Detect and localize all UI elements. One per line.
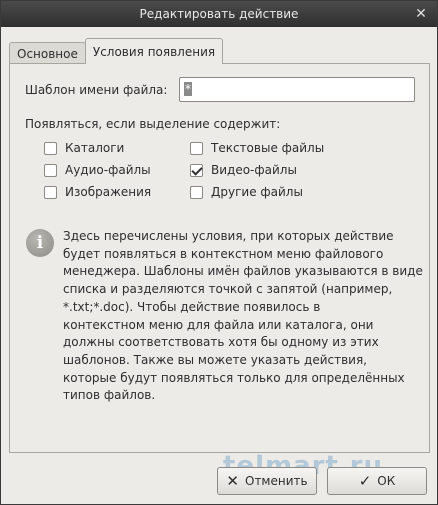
checkbox-box[interactable] — [44, 185, 57, 199]
info-line: должны соответствовать хотя бы одному из… — [63, 335, 379, 350]
tab-bar: Основное Условия появления — [9, 38, 224, 64]
checkbox-video-files[interactable]: Видео-файлы — [190, 161, 297, 179]
checkbox-audio-files[interactable]: Аудио-файлы — [44, 161, 151, 179]
info-line: списка и разделяются точкой с запятой (н… — [63, 282, 393, 297]
tab-appearance-conditions[interactable]: Условия появления — [84, 38, 224, 64]
info-line: будет появляться в контекстном меню файл… — [63, 246, 384, 261]
checkbox-other-files[interactable]: Другие файлы — [190, 183, 303, 201]
checkbox-box[interactable] — [190, 185, 203, 199]
checkbox-label: Другие файлы — [211, 185, 303, 199]
info-line: которые будут появляться только для опре… — [63, 370, 405, 385]
info-line: менеджера. Шаблоны имён файлов указывают… — [63, 264, 423, 279]
selection-contains-label: Появляться, если выделение содержит: — [25, 117, 281, 131]
cancel-button-label: Отменить — [245, 474, 308, 488]
info-icon: i — [26, 229, 54, 257]
info-line: контекстном меню для файла или каталога,… — [63, 317, 374, 332]
info-line: шаблонов. Также вы можете указать действ… — [63, 352, 367, 367]
close-icon[interactable]: ✕ — [413, 6, 429, 22]
tab-basic[interactable]: Основное — [9, 42, 86, 64]
window-title: Редактировать действие — [139, 7, 299, 21]
checkbox-label: Текстовые файлы — [211, 141, 325, 155]
checkbox-box-checked[interactable] — [190, 163, 203, 177]
filename-pattern-value: * — [184, 82, 192, 96]
edit-action-dialog: Редактировать действие ✕ Основное Услови… — [0, 0, 438, 505]
cancel-icon: ✕ — [226, 472, 239, 490]
checkbox-box[interactable] — [190, 141, 203, 155]
ok-button[interactable]: ✓ ОК — [327, 467, 427, 495]
info-text: Здесь перечислены условия, при которых д… — [63, 228, 423, 405]
info-line: Здесь перечислены условия, при которых д… — [63, 229, 394, 243]
info-line: типов файлов. — [63, 388, 156, 403]
checkbox-box[interactable] — [44, 163, 57, 177]
filename-pattern-input[interactable]: * — [179, 77, 415, 102]
filename-pattern-label: Шаблон имени файла: — [25, 83, 168, 97]
checkbox-label: Аудио-файлы — [65, 163, 151, 177]
ok-button-label: ОК — [377, 474, 396, 488]
checkbox-images[interactable]: Изображения — [44, 183, 151, 201]
checkbox-directories[interactable]: Каталоги — [44, 139, 124, 157]
ok-check-icon: ✓ — [358, 472, 372, 490]
cancel-button[interactable]: ✕ Отменить — [217, 467, 317, 495]
checkbox-label: Каталоги — [65, 141, 125, 155]
checkbox-label: Видео-файлы — [211, 163, 297, 177]
checkbox-label: Изображения — [65, 185, 152, 199]
checkbox-box[interactable] — [44, 141, 57, 155]
title-bar: Редактировать действие ✕ — [1, 1, 437, 27]
info-line: *.txt;*.doc). Чтобы действие появилось в — [63, 299, 321, 314]
checkbox-text-files[interactable]: Текстовые файлы — [190, 139, 324, 157]
